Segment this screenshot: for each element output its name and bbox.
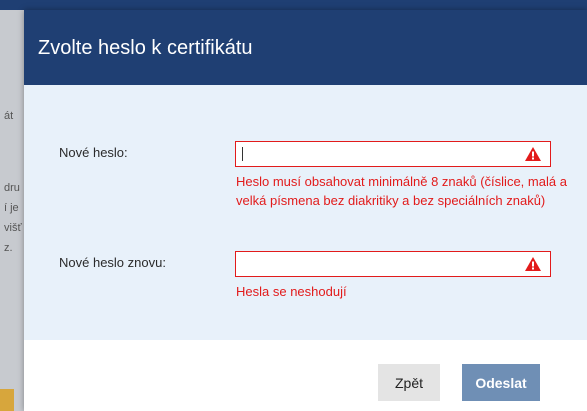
password-dialog: Zvolte heslo k certifikátu Nové heslo: H… — [24, 10, 587, 411]
dialog-body: Nové heslo: Heslo musí obsahovat minimál… — [24, 85, 587, 340]
new-password-label: Nové heslo: — [59, 145, 128, 160]
dialog-footer: Zpět Odeslat — [24, 340, 587, 411]
warning-icon — [525, 257, 541, 271]
confirm-password-input[interactable] — [235, 251, 551, 277]
dialog-header: Zvolte heslo k certifikátu — [24, 10, 587, 85]
new-password-error: Heslo musí obsahovat minimálně 8 znaků (… — [236, 174, 567, 208]
background-text-fragment: í je — [4, 202, 19, 214]
new-password-input[interactable] — [235, 141, 551, 167]
confirm-password-label: Nové heslo znovu: — [59, 255, 166, 270]
background-orange-button-fragment — [0, 389, 14, 411]
text-caret — [242, 147, 243, 161]
background-sidebar-fragment: át dru í je višť z. — [0, 10, 24, 411]
background-text-fragment: át — [4, 110, 14, 122]
send-button[interactable]: Odeslat — [462, 364, 540, 401]
back-button[interactable]: Zpět — [378, 364, 440, 401]
background-text-fragment: z. — [4, 242, 13, 254]
background-header-bar — [0, 0, 587, 10]
confirm-password-error: Hesla se neshodují — [236, 284, 347, 299]
background-text-fragment: višť — [4, 222, 22, 234]
background-text-fragment: dru — [4, 182, 20, 194]
warning-icon — [525, 147, 541, 161]
dialog-title: Zvolte heslo k certifikátu — [38, 37, 253, 59]
